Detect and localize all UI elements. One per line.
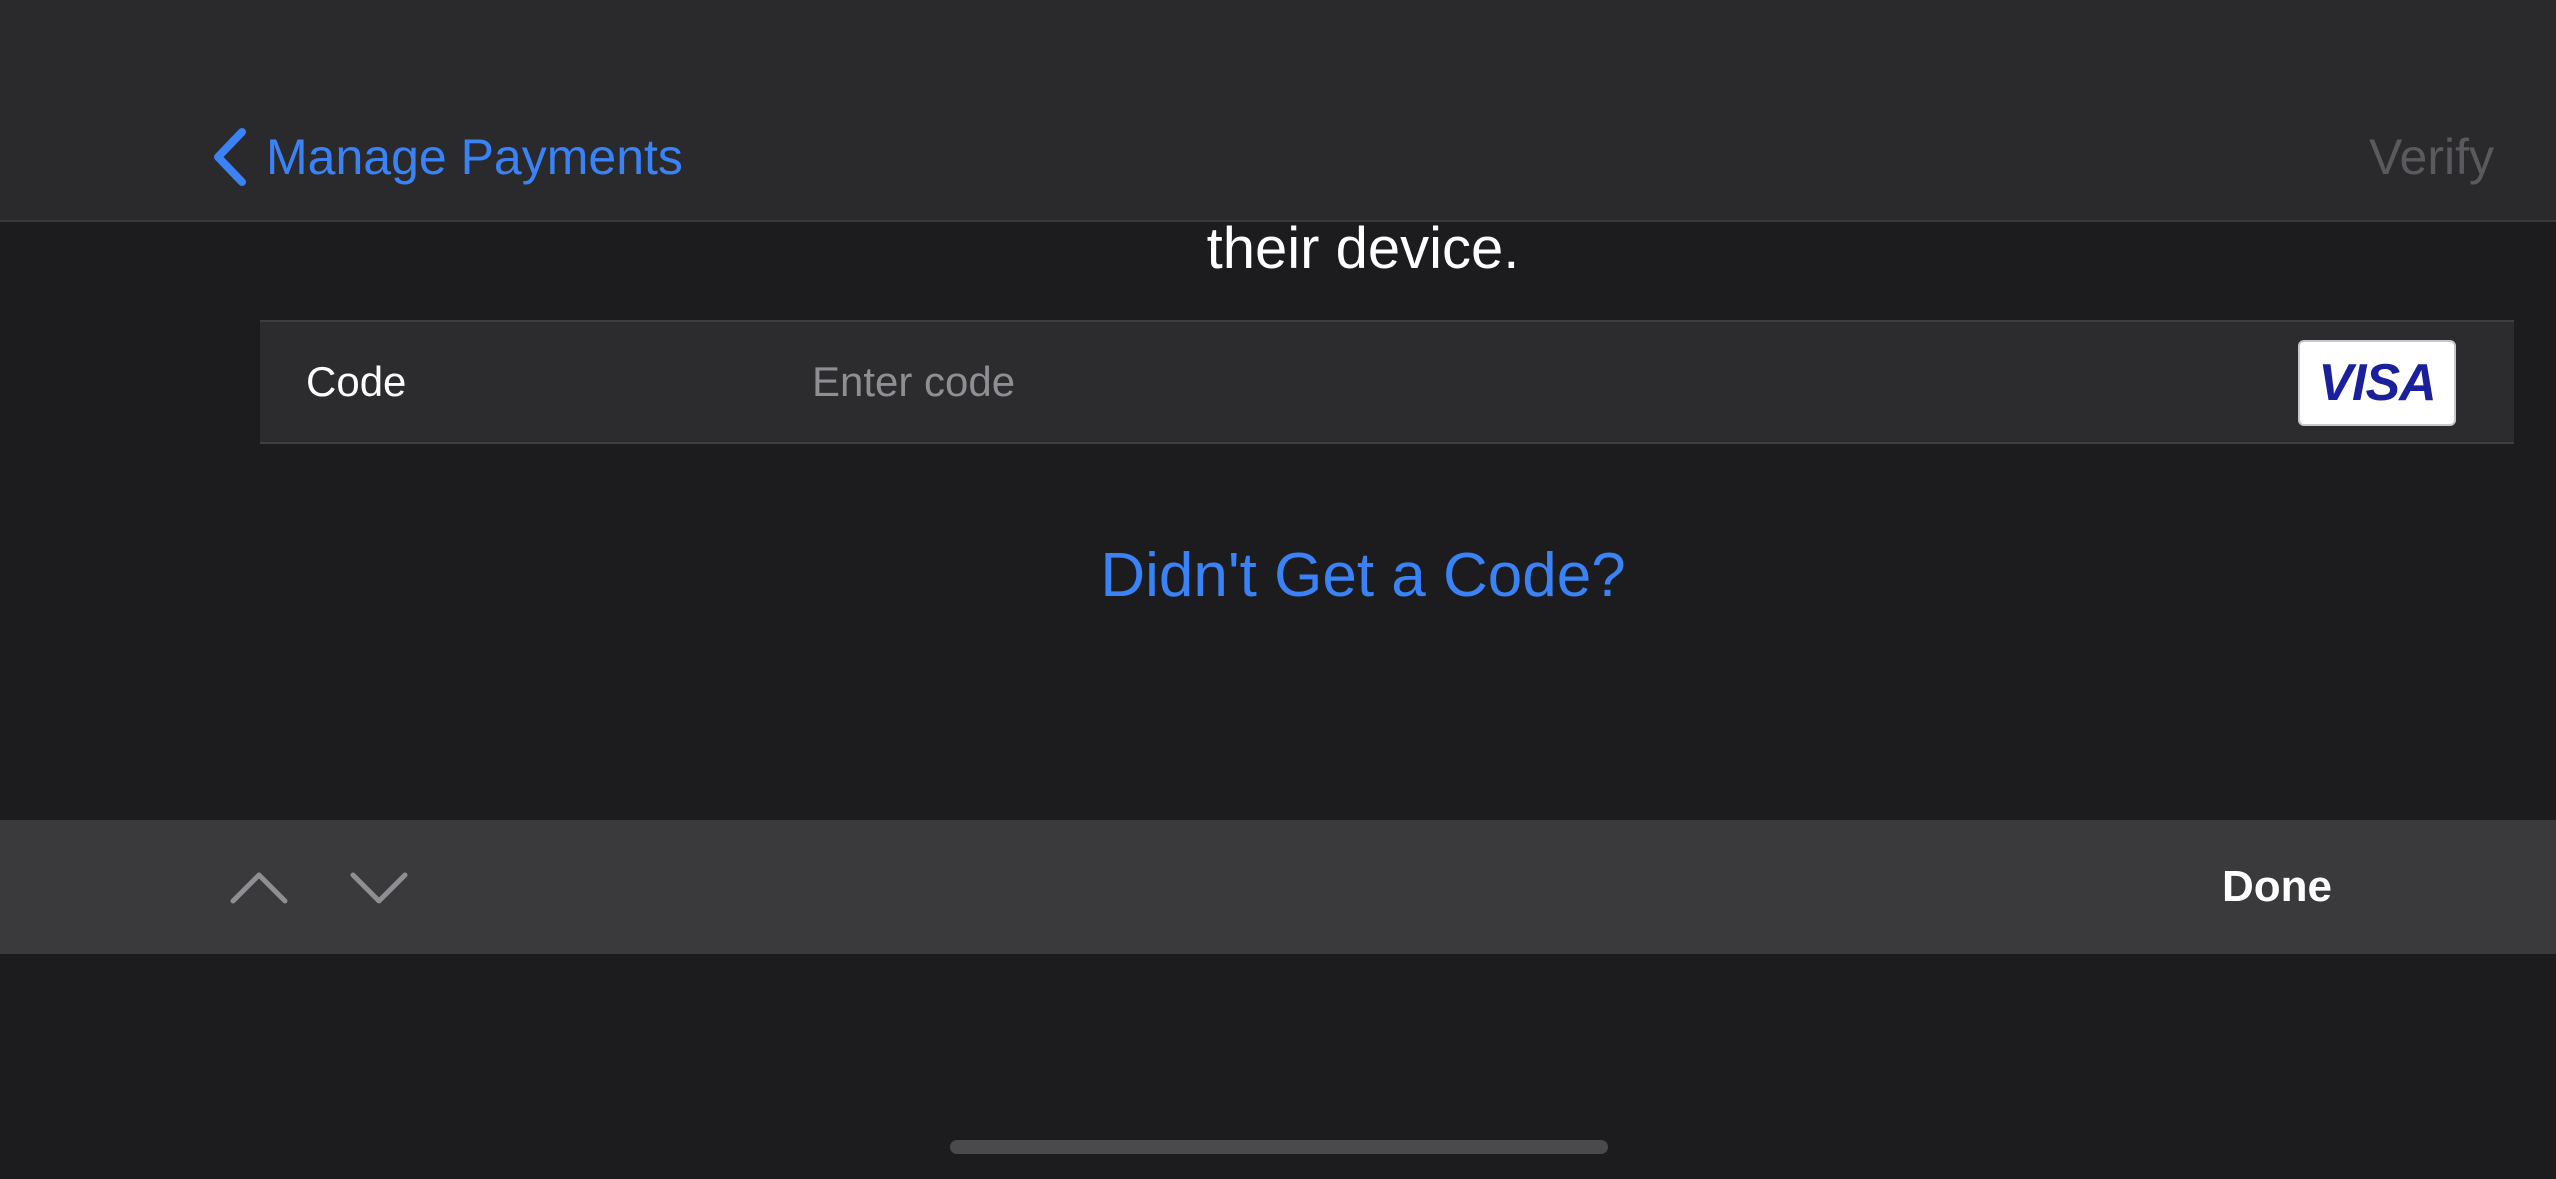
chevron-down-icon[interactable]	[344, 852, 414, 922]
navigation-bar: Manage Payments Verify	[0, 0, 2556, 222]
resend-code-link[interactable]: Didn't Get a Code?	[0, 536, 2556, 616]
verify-button[interactable]: Verify	[2369, 122, 2494, 192]
chevron-left-icon	[210, 126, 250, 188]
back-button[interactable]: Manage Payments	[210, 122, 683, 192]
code-input[interactable]	[812, 342, 2232, 422]
keyboard-accessory-bar: Done	[0, 820, 2556, 954]
visa-card-icon: VISA	[2298, 340, 2456, 426]
description-text: their device.	[1206, 216, 1520, 281]
back-button-label: Manage Payments	[266, 129, 683, 185]
code-row: Code VISA	[260, 320, 2514, 444]
home-indicator[interactable]	[950, 1140, 1608, 1154]
done-button[interactable]: Done	[2222, 820, 2332, 954]
code-label: Code	[306, 358, 407, 405]
chevron-up-icon[interactable]	[224, 852, 294, 922]
screen: their device. Manage Payments Verify Cod…	[0, 0, 2556, 1179]
card-brand-label: VISA	[2318, 354, 2436, 412]
